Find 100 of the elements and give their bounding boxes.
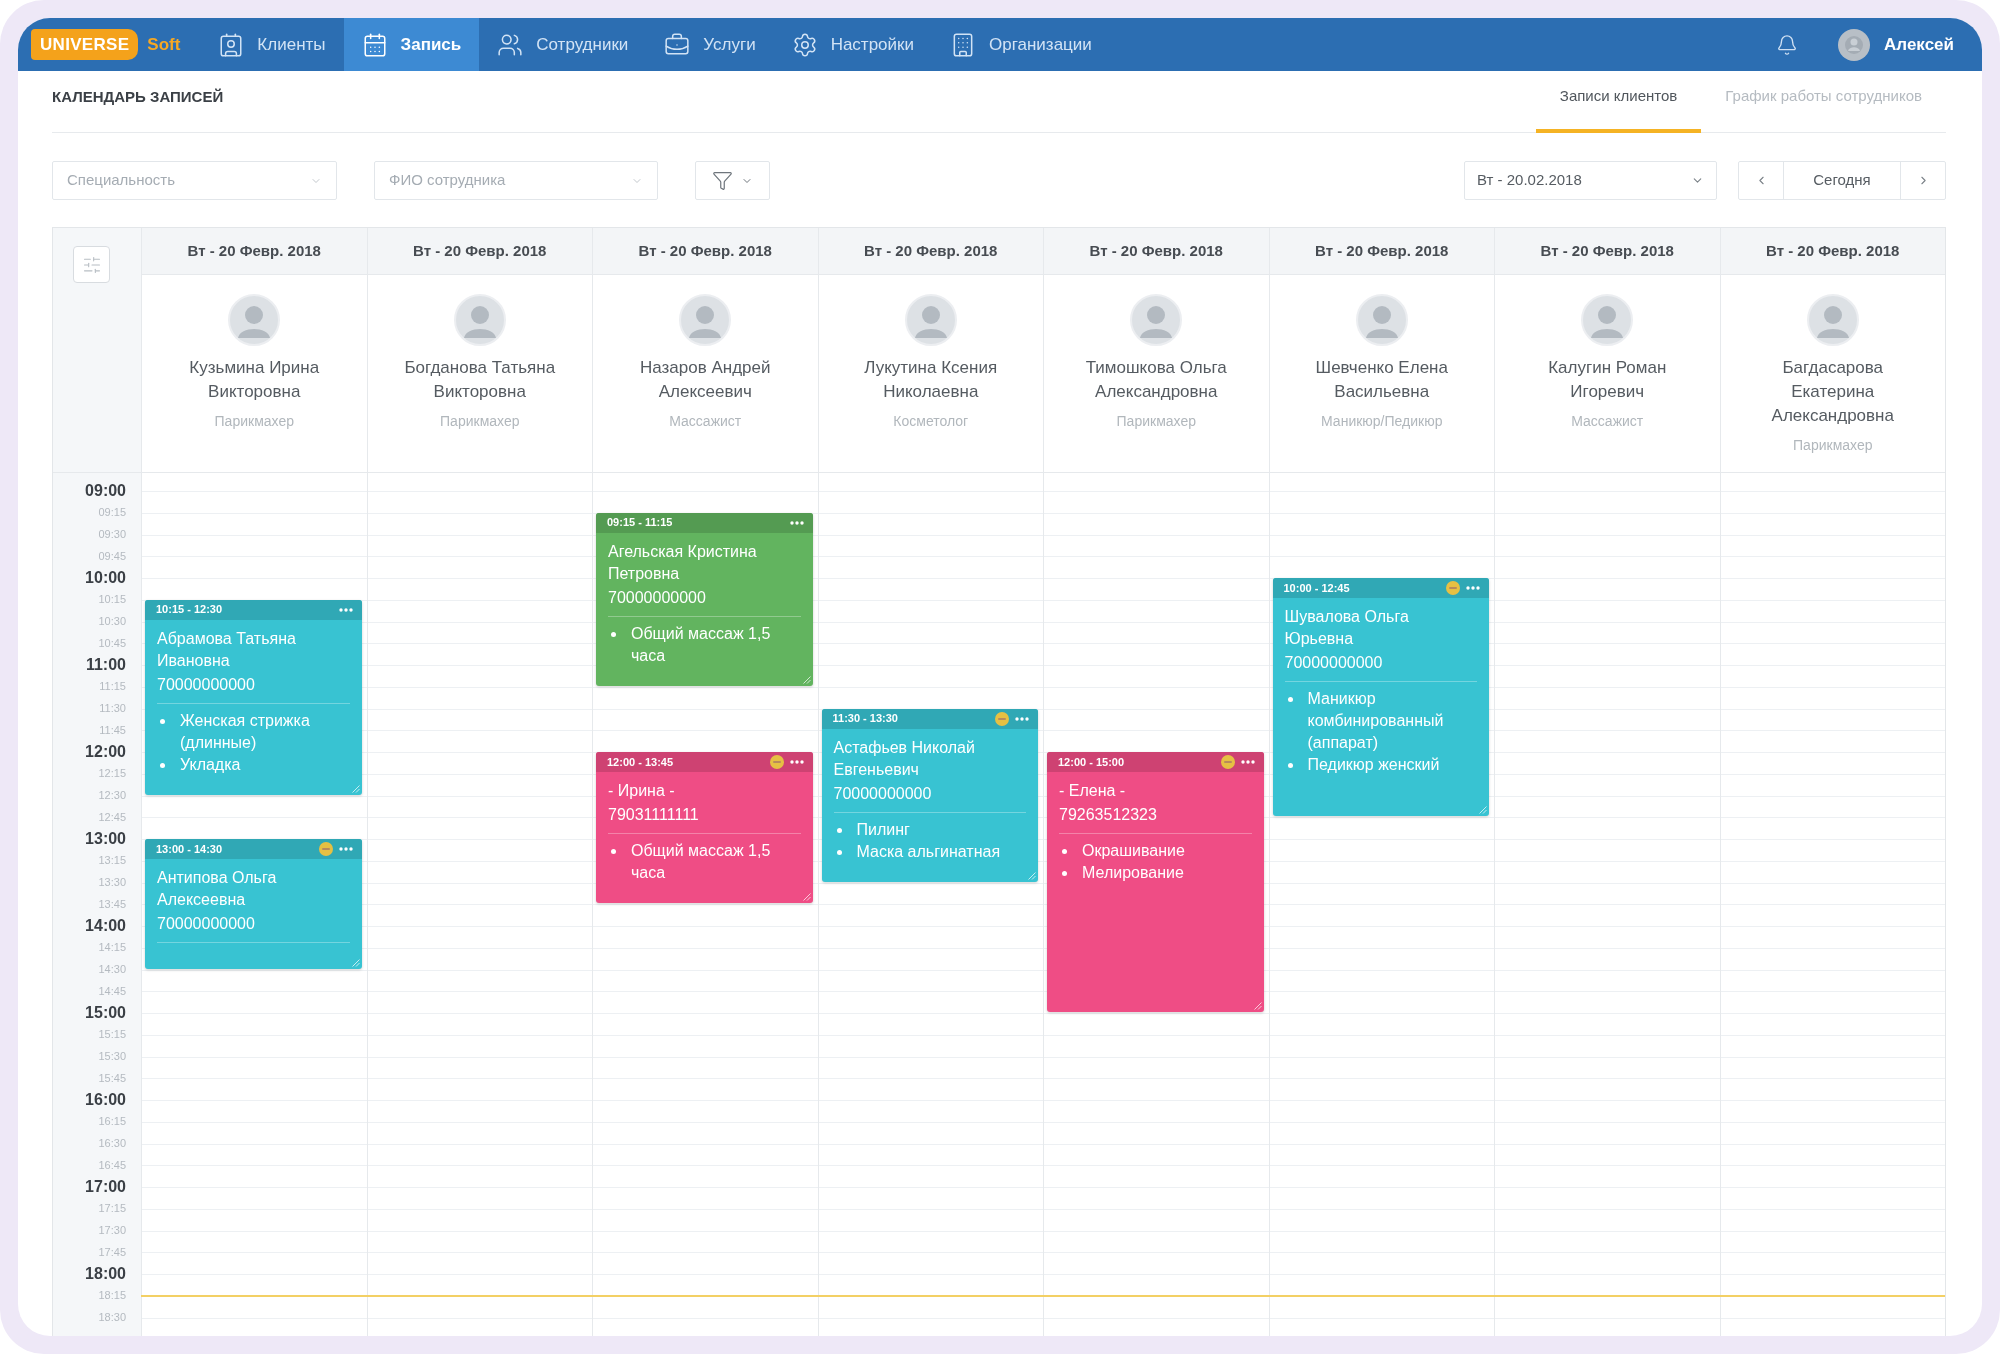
bullet-icon [611, 849, 616, 854]
appointment-card[interactable]: 10:00 - 12:45 Шувалова Ольга Юрьевна 70000000000 Маникюр комбинированный (аппарат) Педикюр женский [1272, 578, 1489, 817]
appointment-card[interactable]: 13:00 - 14:30 Антипова Ольга Алексеевна 70000000000 [145, 839, 362, 969]
time-label: 14:00 [85, 917, 126, 934]
more-icon[interactable] [789, 520, 804, 525]
time-label: 16:15 [98, 1116, 126, 1128]
employee-name: Лукутина Ксения Николаевна [863, 357, 999, 403]
time-label: 17:45 [98, 1246, 126, 1258]
day-header: Вт - 20 Февр. 2018 [142, 228, 367, 275]
nav-tab[interactable]: Клиенты [200, 18, 344, 71]
service-name: Общий массаж 1,5 часа [631, 841, 772, 883]
avatar-icon [1806, 294, 1859, 346]
time-label: 12:15 [98, 768, 126, 780]
client-name: Абрамова Татьяна Ивановна [157, 628, 297, 671]
avatar-icon [904, 294, 957, 346]
time-label: 14:15 [98, 942, 126, 954]
time-range: 10:15 - 12:30 [156, 604, 223, 616]
time-label: 18:00 [85, 1265, 126, 1282]
more-icon[interactable] [338, 607, 353, 612]
employee-name: Багдасарова Екатерина Александровна [1770, 357, 1895, 427]
resize-handle-icon[interactable] [1252, 1001, 1262, 1010]
day-header: Вт - 20 Февр. 2018 [1495, 228, 1720, 275]
employee-name: Кузьмина Ирина Викторовна [188, 357, 321, 403]
employee-role: Парикмахер [214, 412, 294, 430]
time-label: 13:30 [98, 876, 126, 888]
more-icon[interactable] [1466, 586, 1480, 590]
resize-handle-icon[interactable] [801, 892, 811, 902]
employee-name: Назаров Андрей Алексеевич [639, 357, 772, 403]
client-name: - Елена - [1059, 781, 1127, 801]
employee-role: Парикмахер [440, 412, 520, 430]
logo-badge: UNIVERSE [31, 29, 139, 60]
time-label: 16:00 [85, 1091, 126, 1108]
appointment-card[interactable]: 12:00 - 13:45 - Ирина - 79031111111 Общий массаж 1,5 часа [596, 752, 813, 904]
time-label: 17:30 [98, 1224, 126, 1236]
more-icon[interactable] [1240, 760, 1255, 764]
contact-card-icon [218, 31, 245, 58]
day-header: Вт - 20 Февр. 2018 [818, 228, 1043, 275]
time-label: 09:15 [98, 507, 126, 519]
service-name: Пилинг [856, 819, 910, 840]
time-label: 17:00 [85, 1178, 126, 1195]
nav-tab[interactable]: Настройки [773, 18, 932, 71]
time-label: 12:45 [98, 811, 126, 823]
client-name: Антипова Ольга Алексеевна [157, 868, 278, 910]
time-label: 14:30 [98, 963, 126, 975]
more-icon[interactable] [789, 760, 804, 764]
resize-handle-icon[interactable] [350, 957, 360, 967]
time-label: 18:30 [98, 1311, 126, 1323]
view-tab[interactable]: Записи клиентов [1535, 71, 1702, 133]
nav-tab[interactable]: Запись [343, 18, 480, 71]
phone-number: 79263512323 [1059, 805, 1158, 825]
day-header: Вт - 20 Февр. 2018 [1044, 228, 1269, 275]
more-icon[interactable] [1015, 716, 1029, 721]
time-label: 11:15 [99, 681, 126, 693]
time-label: 14:45 [98, 985, 126, 997]
time-range: 09:15 - 11:15 [607, 517, 673, 529]
specialty-select[interactable]: Специальность [52, 161, 337, 200]
service-name: Женская стрижка (длинные) [180, 710, 311, 753]
day-header: Вт - 20 Февр. 2018 [367, 228, 592, 275]
time-label: 16:45 [98, 1159, 126, 1171]
resize-handle-icon[interactable] [1027, 870, 1036, 880]
service-name: Маска альгинатная [856, 841, 1001, 862]
client-name: - Ирина - [608, 781, 676, 801]
resize-handle-icon[interactable] [1478, 805, 1487, 815]
filter-button[interactable] [695, 161, 770, 200]
calendar-icon [361, 31, 388, 58]
phone-number: 70000000000 [608, 587, 707, 608]
time-label: 10:15 [98, 594, 126, 606]
bell-icon[interactable] [1776, 33, 1799, 56]
client-name: Шувалова Ольга Юрьевна [1284, 607, 1410, 649]
employee-role: Массажист [1571, 412, 1644, 430]
appointment-card[interactable]: 09:15 - 11:15 Агельская Кристина Петровна 70000000000 Общий массаж 1,5 часа [596, 512, 813, 686]
time-label: 13:45 [98, 898, 126, 910]
appointment-card[interactable]: 11:30 - 13:30 Астафьев Николай Евгеньевич 70000000000 Пилинг Маска альгинатная [821, 708, 1038, 882]
resize-handle-icon[interactable] [801, 674, 811, 684]
time-range: 12:00 - 15:00 [1058, 756, 1125, 768]
employee-name: Шевченко Елена Васильевна [1314, 357, 1449, 403]
bullet-icon [1287, 697, 1293, 702]
nav-tab[interactable]: Организации [932, 18, 1110, 71]
day-header: Вт - 20 Февр. 2018 [1720, 228, 1945, 275]
more-icon[interactable] [338, 847, 353, 851]
time-label: 12:30 [98, 789, 126, 801]
appointment-card[interactable]: 10:15 - 12:30 Абрамова Татьяна Ивановна 70000000000 Женская стрижка (длинные) Укладка [145, 599, 362, 795]
user-menu[interactable]: Алексей [1838, 28, 1954, 61]
service-name: Укладка [180, 754, 241, 775]
date-select[interactable]: Вт - 20.02.2018 [1464, 161, 1717, 200]
resize-handle-icon[interactable] [350, 783, 360, 793]
employee-name: Тимошкова Ольга Александровна [1084, 357, 1228, 403]
employee-select[interactable]: ФИО сотрудника [374, 161, 658, 200]
nav-tab[interactable]: Сотрудники [479, 18, 647, 71]
appointment-card[interactable]: 12:00 - 15:00 - Елена - 79263512323 Окрашивание Мелирование [1047, 752, 1264, 1012]
avatar-icon [1581, 294, 1634, 346]
time-range: 13:00 - 14:30 [156, 843, 223, 855]
time-label: 11:45 [99, 724, 126, 736]
phone-number: 70000000000 [1284, 653, 1384, 673]
sliders-icon[interactable] [73, 246, 110, 283]
bullet-icon [160, 718, 165, 724]
time-label: 15:30 [98, 1050, 126, 1062]
time-label: 12:00 [85, 743, 126, 760]
bullet-icon [611, 631, 616, 637]
nav-tab[interactable]: Услуги [646, 18, 774, 71]
